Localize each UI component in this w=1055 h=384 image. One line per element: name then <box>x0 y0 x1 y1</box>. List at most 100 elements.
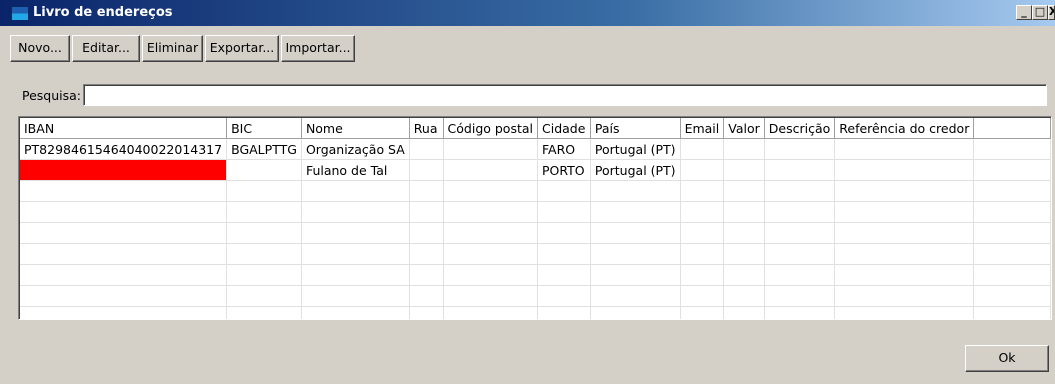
column-header-description[interactable]: Descrição <box>764 118 836 139</box>
table-cell[interactable] <box>723 159 765 181</box>
new-button[interactable]: Novo... <box>10 35 70 62</box>
table-cell[interactable] <box>680 201 725 223</box>
table-cell[interactable] <box>226 159 302 181</box>
table-cell[interactable] <box>723 138 765 160</box>
table-cell[interactable] <box>409 201 444 223</box>
table-cell[interactable] <box>20 243 228 265</box>
table-cell[interactable] <box>590 243 681 265</box>
column-header-street[interactable]: Rua <box>409 118 444 139</box>
export-button[interactable]: Exportar... <box>205 35 279 62</box>
table-cell[interactable] <box>834 138 975 160</box>
table-cell[interactable] <box>301 243 410 265</box>
table-cell[interactable] <box>301 222 410 244</box>
table-cell[interactable] <box>409 222 444 244</box>
table-cell[interactable] <box>723 222 765 244</box>
table-cell[interactable] <box>20 201 228 223</box>
table-row[interactable]: PT82984615464040022014317 BGALPTTG Organiz… <box>20 138 1051 160</box>
maximize-button[interactable]: □ <box>1032 5 1048 20</box>
table-cell[interactable] <box>680 306 725 319</box>
table-cell[interactable] <box>20 264 228 286</box>
column-header-creditor-reference[interactable]: Referência do credor <box>834 118 975 139</box>
table-cell[interactable] <box>764 201 836 223</box>
table-cell[interactable] <box>409 159 444 181</box>
table-cell[interactable] <box>409 306 444 319</box>
table-cell[interactable]: Portugal (PT) <box>590 138 681 160</box>
table-cell[interactable] <box>409 264 444 286</box>
table-cell[interactable] <box>680 180 725 202</box>
table-cell[interactable] <box>226 201 302 223</box>
table-cell[interactable] <box>443 285 539 307</box>
table-cell[interactable] <box>537 264 591 286</box>
table-cell[interactable] <box>723 264 765 286</box>
table-cell[interactable] <box>443 243 539 265</box>
table-cell[interactable] <box>226 285 302 307</box>
close-button[interactable]: X <box>1048 5 1055 20</box>
table-cell[interactable]: FARO <box>537 138 591 160</box>
table-cell[interactable] <box>834 306 975 319</box>
table-cell[interactable]: PORTO <box>537 159 591 181</box>
table-cell[interactable] <box>723 243 765 265</box>
table-cell[interactable] <box>723 285 765 307</box>
column-header-country[interactable]: País <box>590 118 681 139</box>
table-cell[interactable] <box>226 264 302 286</box>
table-cell[interactable] <box>764 264 836 286</box>
table-row[interactable]: Fulano de Tal PORTO Portugal (PT) <box>20 159 1051 181</box>
table-row[interactable] <box>20 306 1051 319</box>
table-cell[interactable] <box>723 201 765 223</box>
table-cell[interactable] <box>973 201 1051 223</box>
table-cell[interactable] <box>973 243 1051 265</box>
table-cell[interactable] <box>443 306 539 319</box>
table-cell[interactable] <box>226 306 302 319</box>
address-table[interactable]: IBAN BIC Nome Rua Código postal Cidade P… <box>18 116 1052 320</box>
table-cell[interactable] <box>680 138 725 160</box>
table-row[interactable] <box>20 285 1051 307</box>
table-cell[interactable] <box>301 264 410 286</box>
table-cell[interactable] <box>834 159 975 181</box>
table-cell[interactable] <box>443 180 539 202</box>
table-cell[interactable] <box>301 306 410 319</box>
table-cell[interactable] <box>443 201 539 223</box>
table-cell[interactable]: BGALPTTG <box>226 138 302 160</box>
table-cell[interactable] <box>20 222 228 244</box>
table-cell[interactable] <box>590 222 681 244</box>
table-cell[interactable] <box>973 264 1051 286</box>
table-cell[interactable] <box>834 222 975 244</box>
column-header-iban[interactable]: IBAN <box>20 118 228 139</box>
import-button[interactable]: Importar... <box>281 35 355 62</box>
table-cell[interactable] <box>226 180 302 202</box>
table-cell[interactable] <box>301 201 410 223</box>
table-cell[interactable] <box>680 222 725 244</box>
table-cell[interactable] <box>764 159 836 181</box>
table-cell[interactable] <box>973 159 1051 181</box>
table-cell[interactable] <box>409 138 444 160</box>
table-row[interactable] <box>20 201 1051 223</box>
table-row[interactable] <box>20 264 1051 286</box>
table-cell[interactable] <box>764 138 836 160</box>
table-cell[interactable] <box>973 306 1051 319</box>
edit-button[interactable]: Editar... <box>72 35 140 62</box>
table-cell[interactable] <box>764 306 836 319</box>
table-cell[interactable] <box>443 159 539 181</box>
table-cell[interactable] <box>226 222 302 244</box>
table-cell[interactable] <box>537 222 591 244</box>
table-cell[interactable] <box>680 159 725 181</box>
table-cell[interactable] <box>20 306 228 319</box>
table-cell[interactable] <box>226 243 302 265</box>
table-cell[interactable] <box>590 306 681 319</box>
column-header-name[interactable]: Nome <box>301 118 410 139</box>
table-cell[interactable] <box>301 180 410 202</box>
table-cell[interactable] <box>409 243 444 265</box>
title-bar[interactable]: Livro de endereços _ □ X <box>0 0 1055 26</box>
table-cell[interactable] <box>301 285 410 307</box>
table-cell[interactable]: Portugal (PT) <box>590 159 681 181</box>
table-cell[interactable] <box>723 180 765 202</box>
table-cell[interactable]: Organização SA <box>301 138 410 160</box>
table-cell[interactable] <box>834 264 975 286</box>
table-cell[interactable] <box>20 180 228 202</box>
ok-button[interactable]: Ok <box>965 345 1049 372</box>
minimize-button[interactable]: _ <box>1016 5 1032 20</box>
table-cell[interactable] <box>409 180 444 202</box>
delete-button[interactable]: Eliminar <box>142 35 203 62</box>
table-cell[interactable] <box>537 285 591 307</box>
table-cell[interactable]: Fulano de Tal <box>301 159 410 181</box>
